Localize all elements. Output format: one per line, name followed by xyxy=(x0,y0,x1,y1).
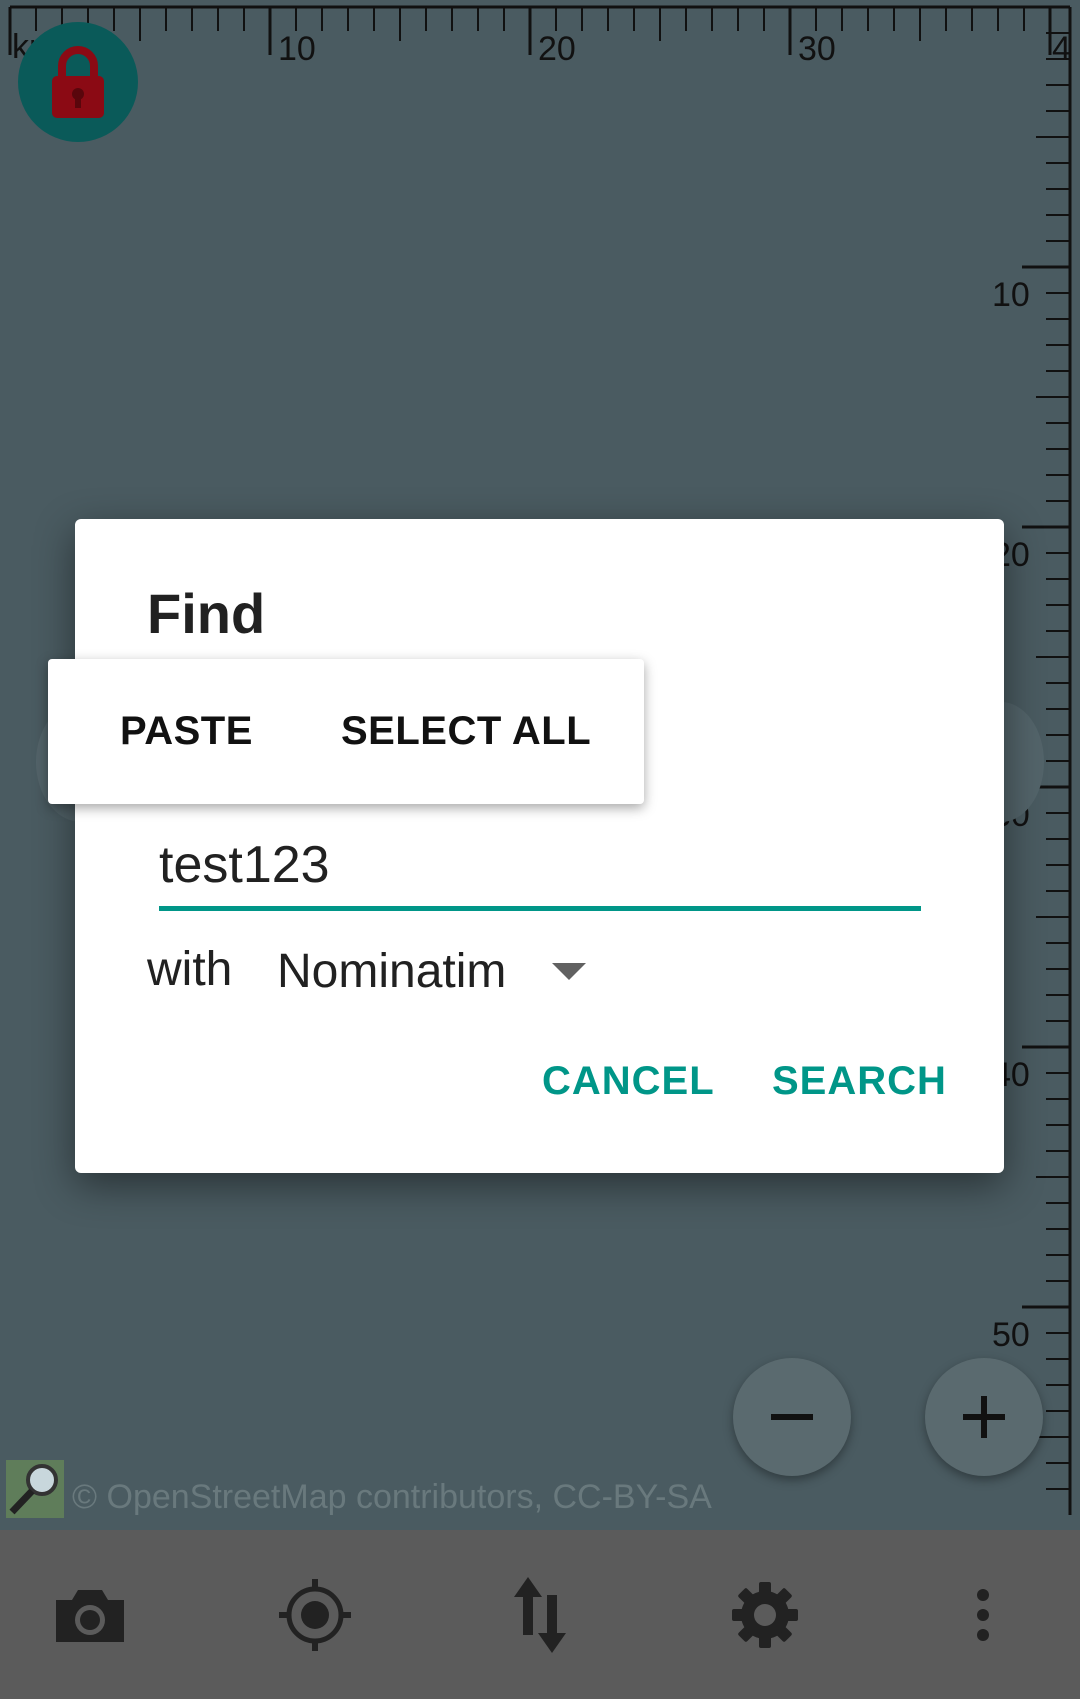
map-search-icon[interactable] xyxy=(4,1458,66,1520)
search-button[interactable]: SEARCH xyxy=(772,1059,947,1104)
dropdown-arrow-icon xyxy=(552,962,587,980)
select-all-button[interactable]: SELECT ALL xyxy=(341,709,591,754)
gps-locate-button[interactable] xyxy=(250,1550,380,1680)
map-attribution[interactable]: © OpenStreetMap contributors, CC-BY-SA xyxy=(72,1478,712,1517)
camera-icon xyxy=(56,1590,124,1642)
minus-icon xyxy=(771,1414,813,1420)
camera-button[interactable] xyxy=(25,1550,155,1680)
lock-icon xyxy=(52,46,104,118)
provider-value: Nominatim xyxy=(277,944,507,998)
ruler-top-label-20: 20 xyxy=(538,30,576,68)
input-underline xyxy=(159,906,921,911)
transfer-icon xyxy=(514,1577,566,1653)
find-dialog: Find with Nominatim CANCEL SEARCH xyxy=(75,519,1004,1173)
settings-button[interactable] xyxy=(700,1550,830,1680)
transfer-button[interactable] xyxy=(475,1550,605,1680)
search-input[interactable] xyxy=(159,829,921,901)
dialog-title: Find xyxy=(147,582,266,645)
with-label: with xyxy=(147,943,233,996)
zoom-in-button[interactable] xyxy=(925,1358,1043,1476)
ruler-top-label-40: 4 xyxy=(1052,30,1071,68)
gps-locate-icon xyxy=(279,1579,351,1651)
settings-icon xyxy=(732,1582,798,1648)
bottom-toolbar xyxy=(0,1530,1080,1699)
ruler-top-label-10: 10 xyxy=(278,30,316,68)
text-context-menu: PASTE SELECT ALL xyxy=(48,659,644,804)
provider-select[interactable]: Nominatim xyxy=(277,931,587,1011)
paste-button[interactable]: PASTE xyxy=(120,709,253,754)
lock-button[interactable] xyxy=(18,22,138,142)
more-button[interactable] xyxy=(918,1550,1048,1680)
ruler-top-label-30: 30 xyxy=(798,30,836,68)
cancel-button[interactable]: CANCEL xyxy=(542,1059,715,1104)
ruler-right-label-50: 50 xyxy=(992,1316,1030,1354)
plus-icon xyxy=(963,1396,1005,1438)
zoom-out-button[interactable] xyxy=(733,1358,851,1476)
ruler-right-label-10: 10 xyxy=(992,276,1030,314)
more-icon xyxy=(977,1589,989,1641)
